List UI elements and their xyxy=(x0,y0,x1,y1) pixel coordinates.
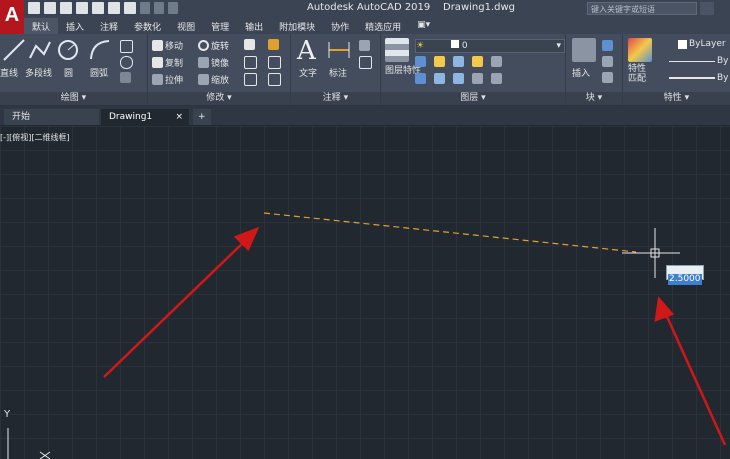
dashed-preview-line xyxy=(263,212,637,253)
canvas-overlay xyxy=(7,212,727,459)
dynamic-input-field[interactable]: 2.5000 xyxy=(666,265,704,285)
arrow-annotation-right xyxy=(654,296,727,446)
ucs-x-icon xyxy=(39,451,51,459)
ucs-y-label: Y xyxy=(4,409,11,420)
arrow-annotation-left xyxy=(103,226,260,378)
